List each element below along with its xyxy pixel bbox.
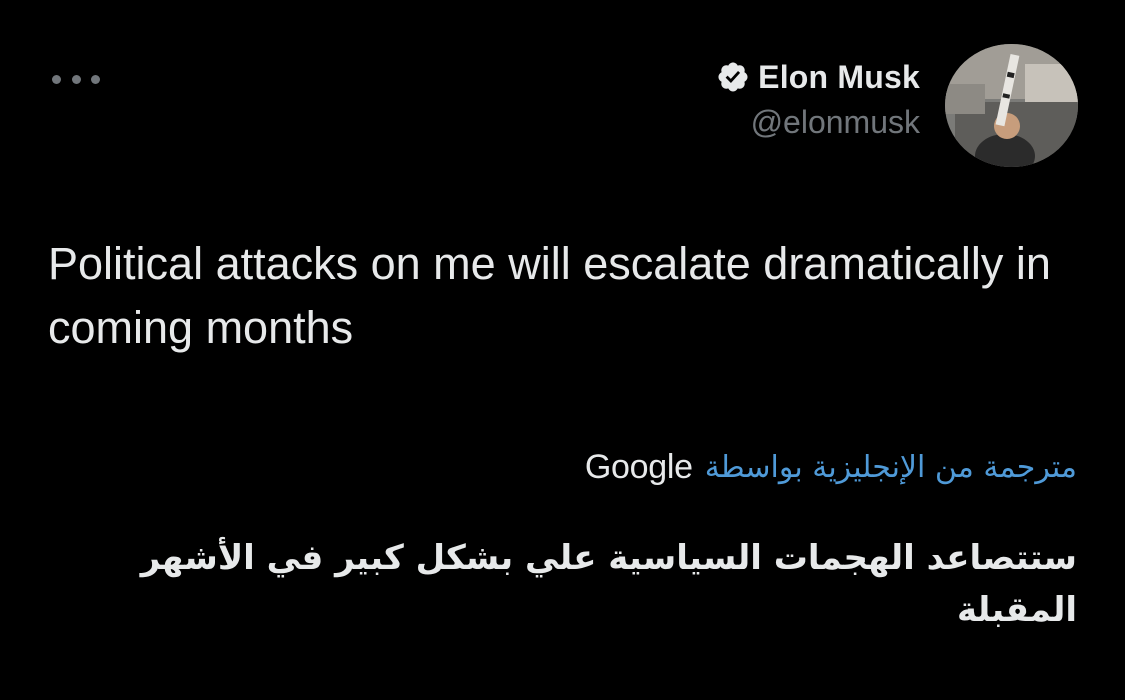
display-name-row: Elon Musk <box>716 56 920 98</box>
more-dot-icon <box>52 74 61 84</box>
more-dot-icon <box>91 74 100 84</box>
more-options-button[interactable] <box>52 66 100 92</box>
verified-badge-icon <box>716 60 750 94</box>
more-dot-icon <box>71 74 81 84</box>
translation-attribution: مترجمة من الإنجليزية بواسطة Google <box>585 448 1077 487</box>
translated-text: ستتصاعد الهجمات السياسية علي بشكل كبير ف… <box>140 538 1077 630</box>
tweet-text: Political attacks on me will escalate dr… <box>48 238 1051 353</box>
avatar[interactable] <box>945 44 1078 167</box>
display-name[interactable]: Elon Musk <box>758 59 920 96</box>
avatar-photo <box>945 44 1078 167</box>
user-info: Elon Musk @elonmusk <box>716 56 920 141</box>
translated-by-link[interactable]: مترجمة من الإنجليزية بواسطة <box>705 450 1077 485</box>
user-handle[interactable]: @elonmusk <box>716 104 920 141</box>
google-logo: Google <box>584 448 693 486</box>
